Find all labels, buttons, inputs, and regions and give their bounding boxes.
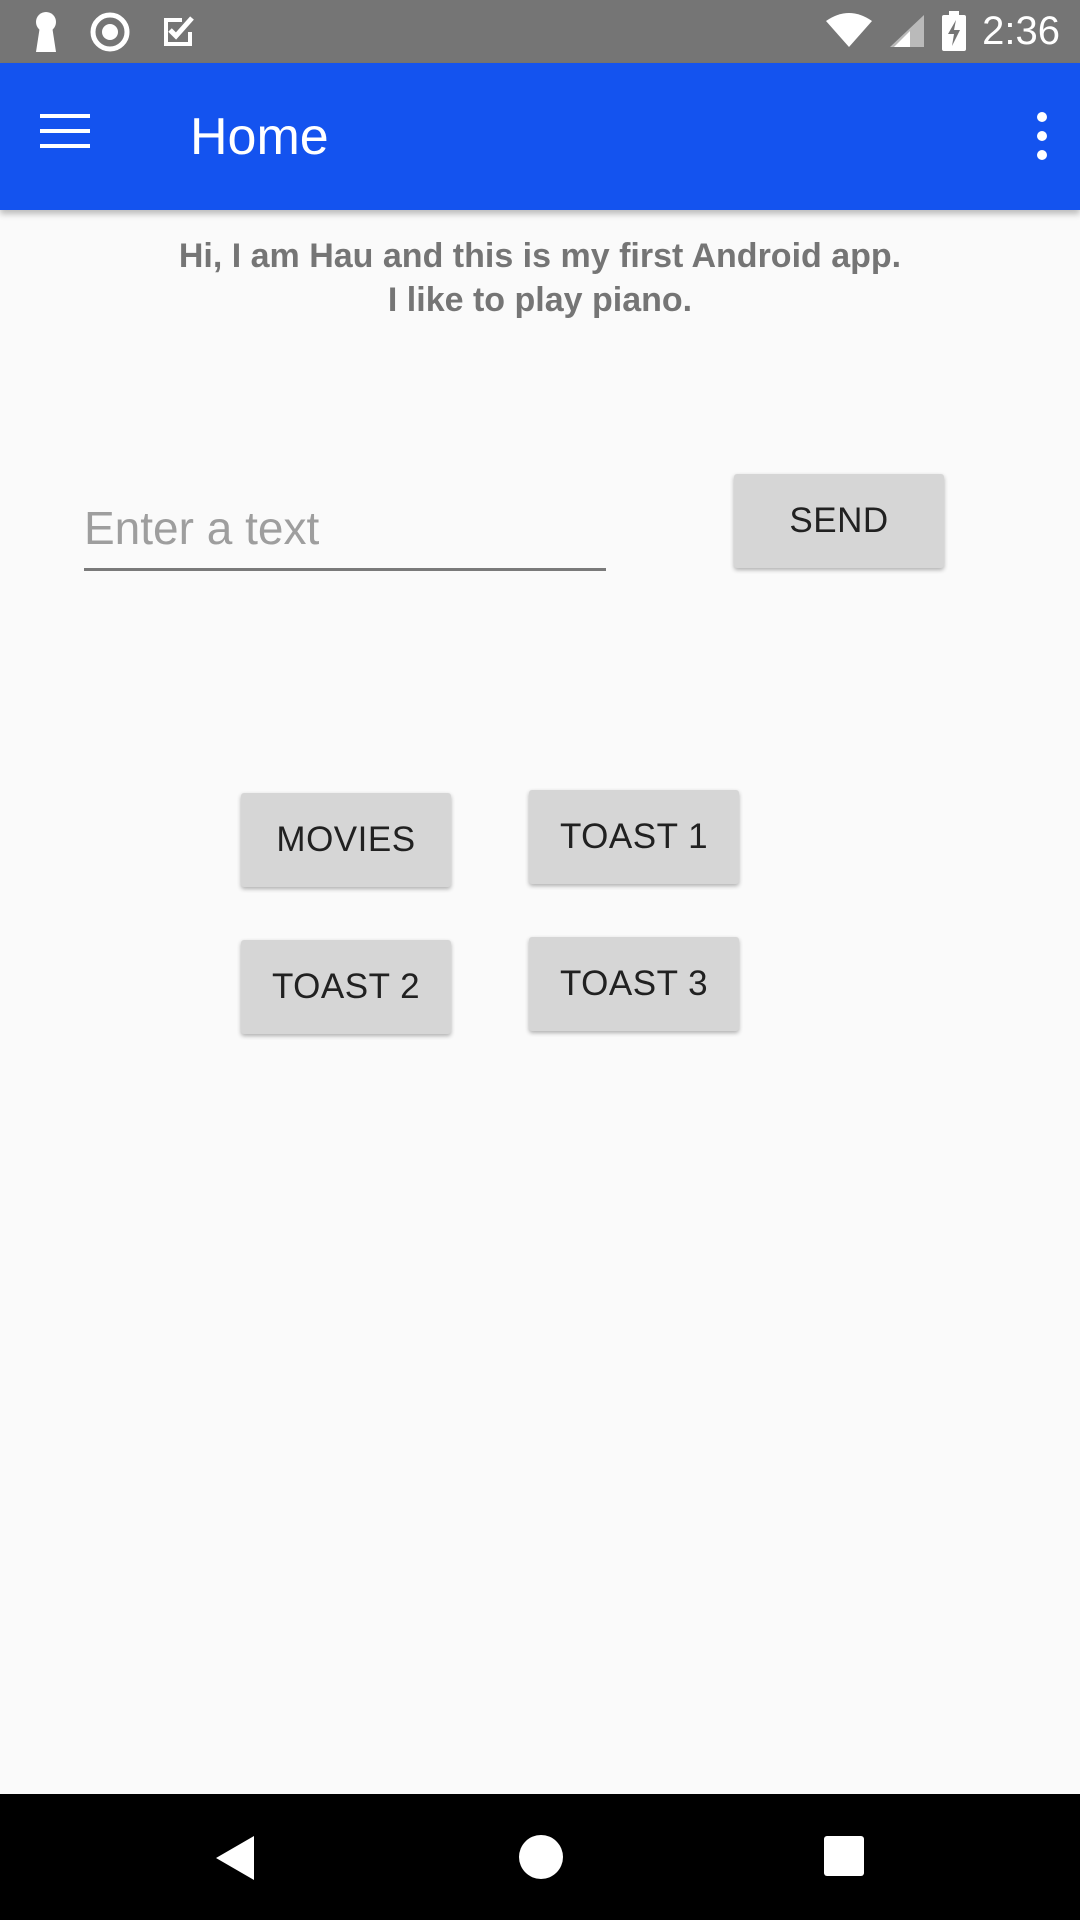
notification-icons bbox=[32, 10, 196, 54]
navigation-bar bbox=[0, 1794, 1080, 1920]
overflow-menu-icon[interactable] bbox=[1022, 107, 1062, 167]
battery-charging-icon bbox=[942, 11, 967, 51]
keyhole-icon bbox=[36, 12, 56, 52]
text-input[interactable] bbox=[84, 488, 606, 571]
toast-3-button[interactable]: TOAST 3 bbox=[529, 937, 739, 1031]
movies-button[interactable]: MOVIES bbox=[241, 793, 451, 887]
intro-text: Hi, I am Hau and this is my first Androi… bbox=[0, 234, 1080, 322]
toast-2-button[interactable]: TOAST 2 bbox=[241, 940, 451, 1034]
intro-line-2: I like to play piano. bbox=[387, 281, 693, 319]
toast-1-button[interactable]: TOAST 1 bbox=[529, 790, 739, 884]
checkbox-icon bbox=[164, 16, 194, 46]
wifi-icon bbox=[826, 13, 873, 47]
back-icon[interactable] bbox=[214, 1834, 258, 1882]
clock: 2:36 bbox=[982, 9, 1060, 53]
app-bar: Home bbox=[0, 63, 1080, 210]
system-status: 2:36 bbox=[826, 6, 1060, 56]
intro-line-1: Hi, I am Hau and this is my first Androi… bbox=[178, 237, 902, 275]
page-title: Home bbox=[190, 108, 329, 166]
hamburger-menu-icon[interactable] bbox=[40, 111, 106, 161]
signal-icon bbox=[890, 15, 925, 47]
status-bar: 2:36 bbox=[0, 0, 1080, 63]
send-button[interactable]: SEND bbox=[734, 474, 944, 568]
record-icon bbox=[90, 12, 130, 52]
recents-icon[interactable] bbox=[824, 1836, 864, 1876]
home-icon[interactable] bbox=[519, 1835, 563, 1879]
